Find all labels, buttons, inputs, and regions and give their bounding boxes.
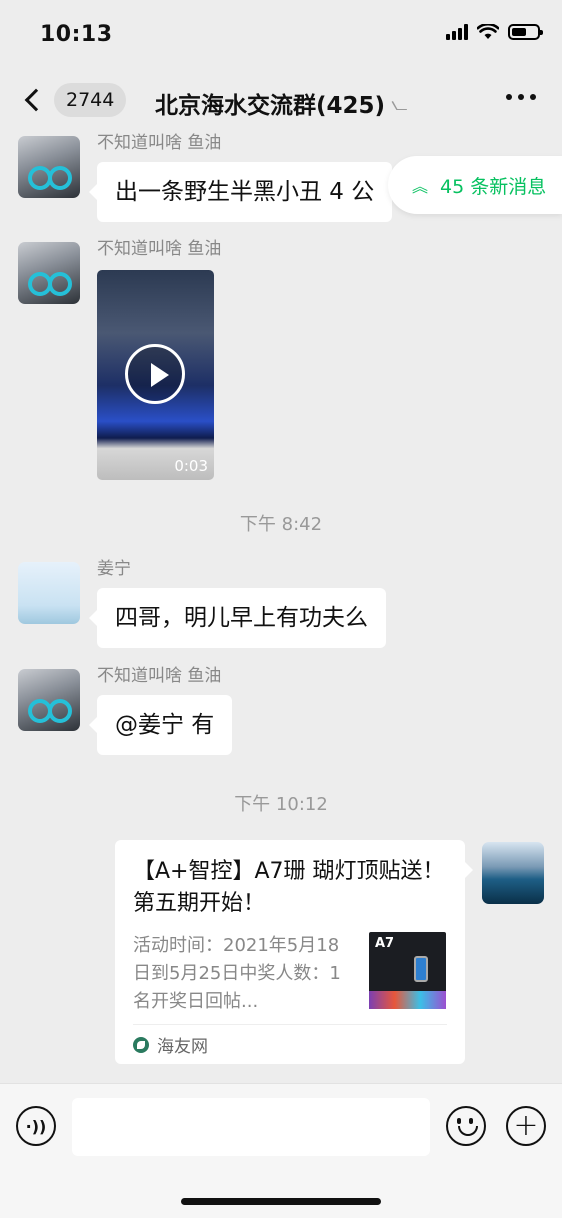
home-indicator[interactable]: [181, 1198, 381, 1205]
chat-header: 2744 北京海水交流群(425) ⦦: [0, 70, 562, 128]
message-bubble[interactable]: @姜宁 有: [88, 695, 233, 755]
message-input[interactable]: [72, 1098, 430, 1156]
avatar[interactable]: [482, 842, 544, 904]
video-message[interactable]: 0:03: [97, 270, 214, 480]
link-card-description: 活动时间：2021年5月18日到5月25日中奖人数：1名开奖日回帖...: [133, 935, 341, 1012]
unread-count-badge: 2744: [54, 83, 127, 117]
message-item: 不知道叫啥 鱼油 0:03: [18, 239, 221, 480]
chevron-left-icon: [24, 88, 48, 112]
message-list[interactable]: 不知道叫啥 鱼油 出一条野生半黑小丑 4 公 不知道叫啥 鱼油 0:03 下午 …: [0, 128, 562, 1083]
sender-name: 不知道叫啥 鱼油: [97, 133, 222, 153]
cellular-signal-icon: [446, 24, 468, 40]
new-messages-label: 45 条新消息: [440, 175, 547, 198]
timestamp: 下午 10:12: [234, 794, 328, 815]
chat-title: 北京海水交流群(425): [155, 93, 386, 119]
double-chevron-up-icon: ︽: [412, 177, 429, 196]
new-messages-banner[interactable]: ︽ 45 条新消息: [388, 156, 562, 214]
plus-icon[interactable]: +: [506, 1106, 546, 1146]
sender-name: 不知道叫啥 鱼油: [97, 239, 222, 259]
message-bubble[interactable]: 出一条野生半黑小丑 4 公: [88, 162, 393, 222]
avatar[interactable]: [18, 136, 80, 198]
voice-icon[interactable]: ·)): [16, 1106, 56, 1146]
system-icons: [446, 24, 543, 40]
emoji-icon[interactable]: [446, 1106, 486, 1146]
wifi-icon: [477, 24, 499, 39]
sender-name: 不知道叫啥 鱼油: [97, 666, 222, 686]
timestamp: 下午 8:42: [239, 514, 323, 535]
more-dots-icon[interactable]: [506, 94, 536, 100]
avatar[interactable]: [18, 562, 80, 624]
message-item: 姜宁 四哥，明儿早上有功夫么: [18, 559, 386, 648]
message-item: 不知道叫啥 鱼油 出一条野生半黑小丑 4 公: [18, 133, 393, 222]
avatar[interactable]: [18, 242, 80, 304]
status-bar: 10:13: [0, 0, 562, 70]
thumbnail-label: A7: [375, 936, 395, 951]
ear-icon: ⦦: [391, 91, 408, 115]
battery-icon: [508, 24, 543, 40]
message-bubble[interactable]: 四哥，明儿早上有功夫么: [89, 588, 386, 648]
chat-title-wrap: 北京海水交流群(425) ⦦: [155, 86, 408, 120]
link-card-thumbnail: A7: [369, 932, 446, 1009]
status-time: 10:13: [40, 22, 113, 47]
source-name: 海友网: [157, 1037, 208, 1057]
avatar[interactable]: [18, 669, 80, 731]
source-logo-icon: [133, 1036, 149, 1053]
message-item: 不知道叫啥 鱼油 @姜宁 有: [18, 666, 233, 755]
video-duration: 0:03: [174, 457, 208, 475]
link-card-source: 海友网: [133, 1024, 447, 1064]
play-icon[interactable]: [125, 344, 185, 404]
sender-name: 姜宁: [97, 559, 131, 579]
back-button[interactable]: 2744: [20, 82, 130, 118]
link-card[interactable]: 【A+智控】A7珊 瑚灯顶贴送！第五期开始！ 活动时间：2021年5月18日到5…: [115, 840, 473, 1064]
link-card-title: 【A+智控】A7珊 瑚灯顶贴送！第五期开始！: [133, 859, 445, 916]
